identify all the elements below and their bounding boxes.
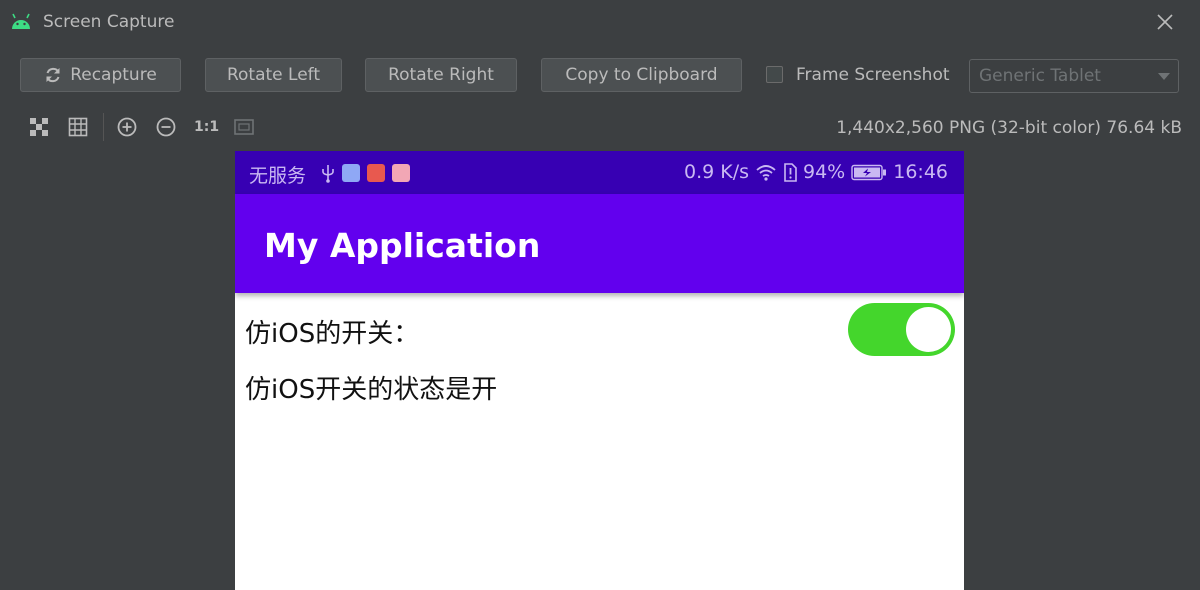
app-title: My Application (264, 226, 541, 265)
sim-alert-icon (784, 162, 797, 182)
grid-icon[interactable] (67, 116, 89, 138)
battery-icon (851, 164, 887, 180)
frame-screenshot-label: Frame Screenshot (796, 65, 950, 85)
title-bar: Screen Capture (0, 0, 1200, 44)
recapture-label: Recapture (70, 65, 157, 85)
window-title: Screen Capture (43, 12, 175, 32)
recapture-button[interactable]: Recapture (20, 58, 181, 92)
wifi-icon (756, 165, 776, 181)
usb-icon (322, 165, 334, 183)
clock: 16:46 (893, 161, 948, 183)
fit-screen-icon[interactable] (233, 116, 255, 138)
capture-toolbar: Recapture Rotate Left Rotate Right Copy … (0, 58, 1200, 96)
network-speed: 0.9 K/s (683, 161, 749, 183)
rotate-left-button[interactable]: Rotate Left (205, 58, 342, 92)
close-icon[interactable] (1155, 12, 1175, 32)
copy-to-clipboard-label: Copy to Clipboard (565, 65, 718, 85)
android-icon (12, 13, 30, 29)
switch-status-text: 仿iOS开关的状态是开 (245, 375, 498, 405)
rotate-right-button[interactable]: Rotate Right (365, 58, 517, 92)
switch-label: 仿iOS的开关： (245, 319, 420, 349)
checker-background-icon[interactable] (28, 116, 50, 138)
view-toolbar: 1:1 1,440x2,560 PNG (32-bit color) 76.64… (0, 113, 1200, 143)
image-info: 1,440x2,560 PNG (32-bit color) 76.64 kB (836, 118, 1182, 138)
app-notification-icon (392, 164, 410, 182)
chevron-down-icon (1158, 73, 1170, 80)
device-select-value: Generic Tablet (979, 66, 1101, 86)
actual-size-icon[interactable]: 1:1 (194, 119, 219, 141)
battery-percent: 94% (803, 161, 846, 183)
android-status-bar: 无服务 0.9 K/s 94% 16:46 (235, 151, 964, 194)
device-select[interactable]: Generic Tablet (969, 59, 1179, 93)
ios-style-toggle[interactable] (848, 303, 955, 356)
toggle-knob (906, 307, 951, 352)
zoom-in-icon[interactable] (116, 116, 138, 138)
rotate-left-label: Rotate Left (226, 65, 321, 85)
status-indicators: 0.9 K/s 94% 16:46 (684, 161, 948, 183)
frame-screenshot-checkbox[interactable] (766, 66, 783, 83)
rotate-right-label: Rotate Right (388, 65, 494, 85)
device-screenshot: 无服务 0.9 K/s 94% 16:46 My Application 仿iO… (235, 151, 964, 590)
app-content: 仿iOS的开关： 仿iOS开关的状态是开 (235, 293, 964, 590)
copy-to-clipboard-button[interactable]: Copy to Clipboard (541, 58, 742, 92)
notification-icons (321, 163, 410, 183)
refresh-icon (46, 67, 60, 83)
app-bar: My Application (235, 194, 964, 293)
zoom-out-icon[interactable] (155, 116, 177, 138)
toolbar-divider (103, 113, 104, 141)
app-notification-icon (342, 164, 360, 182)
app-notification-icon (367, 164, 385, 182)
carrier-text: 无服务 (249, 165, 307, 187)
